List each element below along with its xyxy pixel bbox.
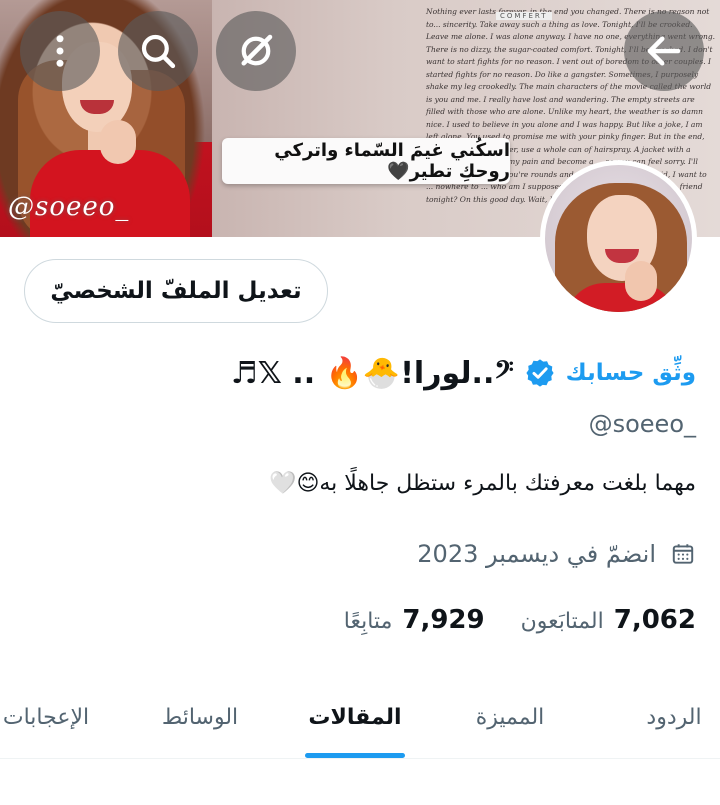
name-row: وثِّق حسابك 𝄢..لورا!🐣🔥 .. 𝕏♬ [231,348,696,398]
tab-likes[interactable]: الإعجابات [0,676,110,758]
following-count: 7,929 [402,605,485,635]
arrow-left-icon [647,36,681,66]
search-button[interactable] [118,11,198,91]
calendar-icon [672,544,694,564]
tab-media[interactable]: الوسائط [140,676,260,758]
tab-replies[interactable]: الردود [615,676,720,758]
back-button[interactable] [624,11,704,91]
username-handle: @soeeo_ [588,410,696,438]
profile-tabs: الإعجابات الوسائط المقالات المميزة الردو… [0,676,720,758]
banner-signature: @soeeo_ [8,192,130,222]
followers-stat[interactable]: 7,062 المتابَعون [521,605,696,635]
following-stat[interactable]: 7,929 متابِعًا [344,605,485,635]
join-date: انضمّ في ديسمبر 2023 [417,536,696,572]
profile-bio: مهما بلغت معرفتك بالمرء ستظل جاهلًا به😊🤍 [269,471,696,496]
more-options-button[interactable] [20,11,100,91]
verify-account-link[interactable]: وثِّق حسابك [566,360,696,386]
follow-stats: 7,062 المتابَعون 7,929 متابِعًا [344,598,696,642]
more-vertical-icon [56,35,64,67]
search-icon [141,34,176,69]
tabs-divider [0,758,720,759]
tab-highlights[interactable]: المميزة [450,676,570,758]
grok-button[interactable] [216,11,296,91]
verified-badge-icon[interactable] [524,357,556,389]
edit-profile-button[interactable]: تعديل الملفّ الشخصيّ [24,259,328,323]
followers-count: 7,062 [613,605,696,635]
following-label: متابِعًا [343,609,393,634]
followers-label: المتابَعون [520,609,604,634]
join-date-label: انضمّ في ديسمبر 2023 [417,540,656,568]
slash-circle-icon [241,34,273,66]
avatar[interactable] [540,160,697,317]
tab-posts[interactable]: المقالات [295,676,415,758]
banner-quote: اسكُني غيمَ السّماء واتركي روحكِ تطير🖤 [222,138,510,184]
display-name: 𝄢..لورا!🐣🔥 .. 𝕏♬ [230,355,514,391]
banner-tag: COMFERT [496,12,552,20]
